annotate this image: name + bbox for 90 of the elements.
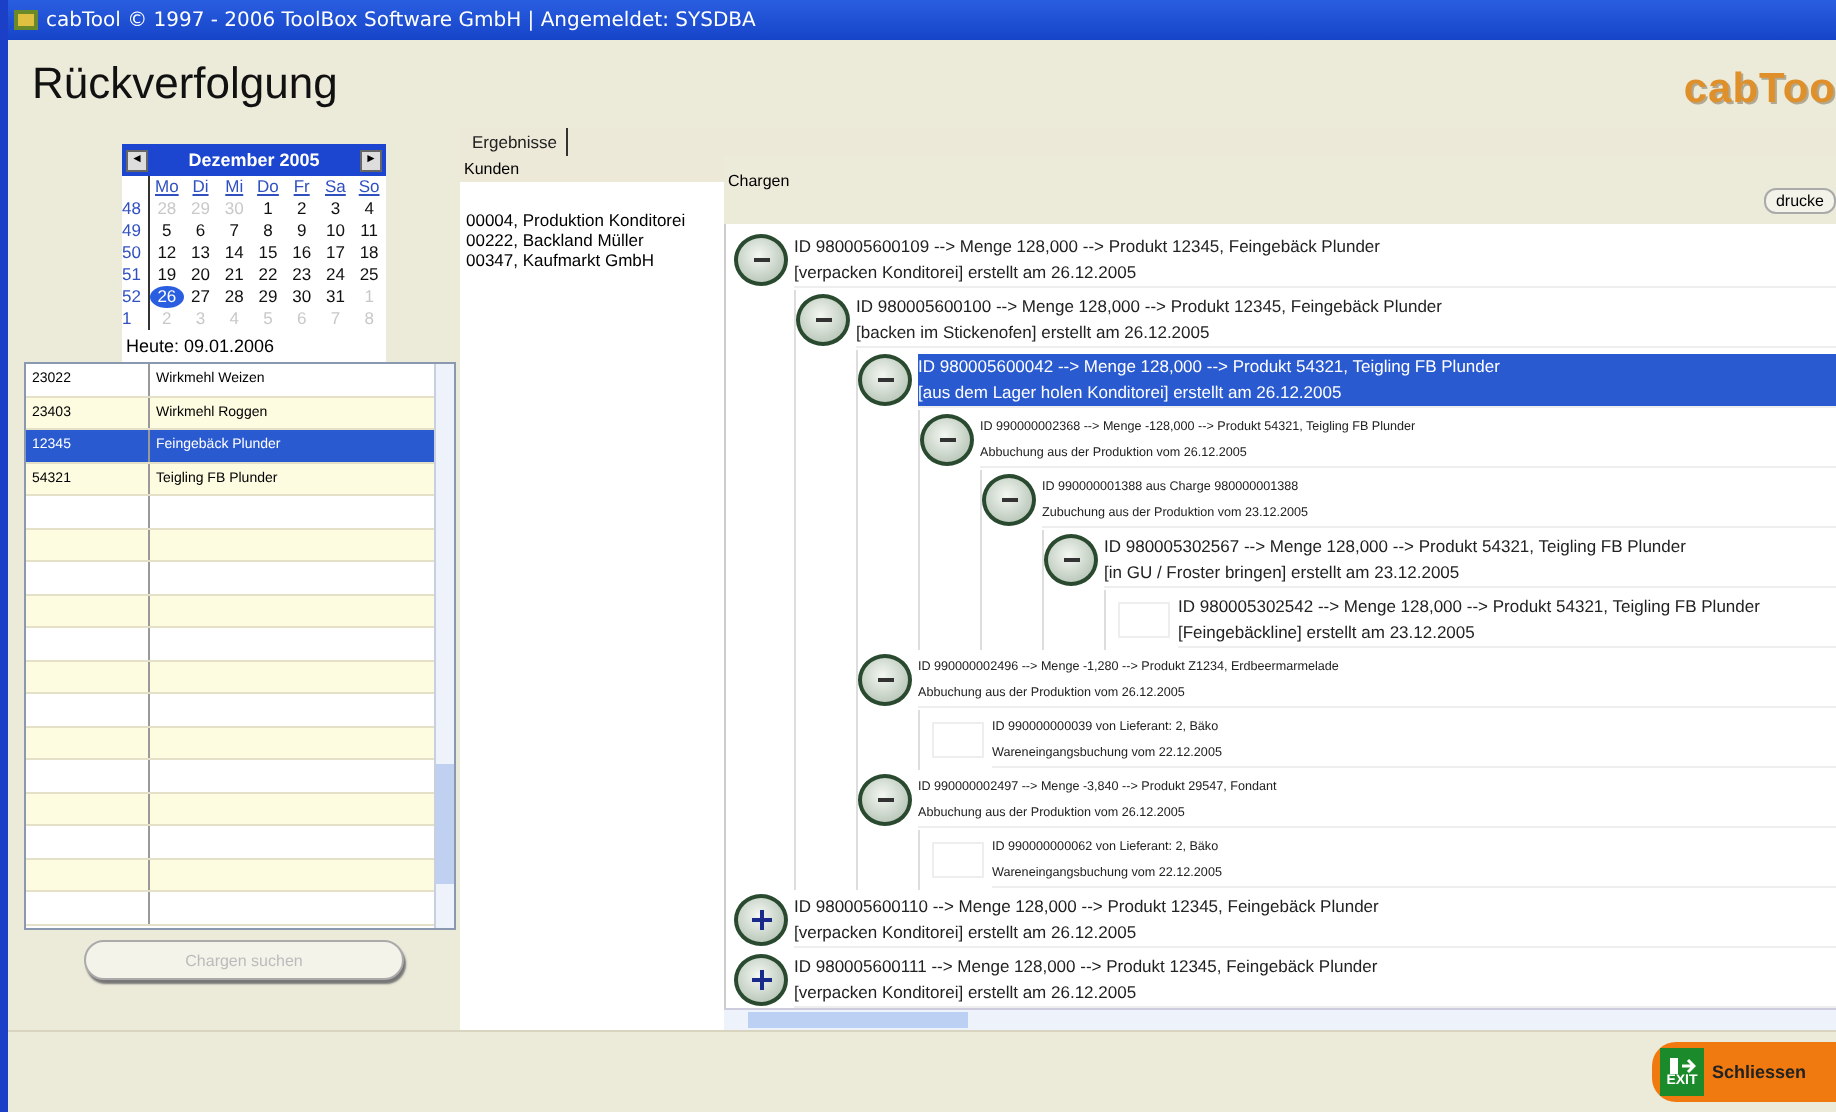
collapse-button[interactable] [1044,534,1098,586]
expand-button[interactable] [734,894,788,946]
calendar-day[interactable]: 27 [183,286,218,308]
today-label: Heute: 09.01.2006 [124,334,277,360]
node-detail: [verpacken Konditorei] erstellt am 26.12.2005 [794,979,1139,1005]
calendar-day[interactable]: 24 [318,264,353,286]
week-number: 50 [122,242,150,264]
calendar-day[interactable]: 15 [251,242,285,264]
node-detail: [verpacken Konditorei] erstellt am 26.12.2005 [794,259,1139,285]
calendar-day[interactable]: 25 [352,264,386,286]
collapse-button[interactable] [796,294,850,346]
plus-icon [751,970,771,990]
customer-entry[interactable]: 00347, Kaufmarkt GmbH [460,250,724,270]
node-title: ID 980005600109 --> Menge 128,000 --> Produkt 12345, Feingebäck Plunder [794,233,1382,259]
tree-node[interactable]: ID 980005600100 --> Menge 128,000 --> Produkt 12345, Feingebäck Plunder [backen im Stickenofen] erstellt am 26.12.2005 [856,293,1836,347]
calendar-day[interactable]: 29 [251,286,285,308]
calendar-day[interactable]: 9 [284,220,319,242]
calendar-day[interactable]: 28 [217,286,252,308]
collapse-button[interactable] [858,774,912,826]
collapse-button[interactable] [858,354,912,406]
collapse-button[interactable] [982,474,1036,526]
node-detail: [Feingebäckline] erstellt am 23.12.2005 [1178,619,1477,645]
calendar-day[interactable]: 23 [284,264,319,286]
node-title: ID 980005302542 --> Menge 128,000 --> Produkt 54321, Teigling FB Plunder [1178,593,1762,619]
window-title: cabTool © 1997 - 2006 ToolBox Software GmbH | Angemeldet: SYSDBA [46,9,756,31]
collapse-button[interactable] [858,654,912,706]
weekday-label: Mo [153,176,181,198]
scrollbar[interactable] [724,1008,1836,1030]
calendar-day[interactable]: 5 [150,220,184,242]
print-button[interactable]: drucke [1763,188,1836,214]
node-title: ID 980005302567 --> Menge 128,000 --> Produkt 54321, Teigling FB Plunder [1104,533,1688,559]
node-title: ID 980005600042 --> Menge 128,000 --> Produkt 54321, Teigling FB Plunder [918,353,1502,379]
scrollbar[interactable] [434,364,454,928]
customer-entry[interactable]: 00222, Backland Müller [460,230,724,250]
node-detail: [in GU / Froster bringen] erstellt am 23.12.2005 [1104,559,1462,585]
week-number: 48 [122,198,150,220]
logo: cabToo [1683,66,1836,114]
collapse-button[interactable] [920,414,974,466]
weekday-label: Fr [291,176,312,198]
column-heading: Kunden [462,158,522,182]
column-heading: Chargen [726,170,792,194]
weekday-label: Do [255,176,281,198]
weekday-label: Di [190,176,211,198]
calendar-day[interactable]: 6 [183,220,218,242]
expand-button[interactable] [734,954,788,1006]
calendar-day[interactable]: 13 [183,242,218,264]
page-title: Rückverfolgung [32,58,338,110]
node-detail: [verpacken Konditorei] erstellt am 26.12.2005 [794,919,1139,945]
weekday-label: Mi [223,176,246,198]
calendar-day[interactable]: 12 [150,242,184,264]
customer-entry[interactable]: 00004, Produktion Konditorei [460,210,724,230]
calendar-day[interactable]: 21 [217,264,252,286]
tree-node[interactable]: ID 980005302567 --> Menge 128,000 --> Produkt 54321, Teigling FB Plunder [in GU / Froster bringen] erstellt am 23.12.2005 [1104,533,1836,587]
app-icon [14,10,38,30]
calendar-day[interactable]: 4 [352,198,386,220]
week-number: 1 [122,308,150,330]
node-title: ID 980005600110 --> Menge 128,000 --> Produkt 12345, Feingebäck Plunder [794,893,1381,919]
node-detail: [backen im Stickenofen] erstellt am 26.12.2005 [856,319,1212,345]
calendar-day[interactable]: 31 [318,286,353,308]
month-label: Dezember 2005 [188,150,320,170]
calendar-day[interactable]: 1 [251,198,285,220]
weekday-label: Sa [323,176,348,198]
calendar-day[interactable]: 8 [251,220,285,242]
calendar-day[interactable]: 20 [183,264,218,286]
calendar-day[interactable]: 22 [251,264,285,286]
calendar-day[interactable]: 7 [217,220,252,242]
week-number: 49 [122,220,150,242]
calendar-day[interactable]: 3 [318,198,353,220]
calendar-day[interactable]: 19 [150,264,184,286]
weekday-label: So [356,176,382,198]
calendar-day[interactable]: 2 [284,198,319,220]
node-detail: [aus dem Lager holen Konditorei] erstellt am 26.12.2005 [918,379,1344,405]
collapse-button[interactable] [734,234,788,286]
results-tab[interactable]: Ergebnisse [464,128,568,156]
calendar-day[interactable]: 10 [318,220,353,242]
calendar-day[interactable]: 14 [217,242,252,264]
plus-icon [751,910,771,930]
calendar-day[interactable]: 11 [352,220,386,242]
calendar-day[interactable]: 30 [284,286,319,308]
calendar-day[interactable]: 18 [352,242,386,264]
tree-node[interactable]: ID 980005600110 --> Menge 128,000 --> Produkt 12345, Feingebäck Plunder [verpacken Konditorei] erstellt am 26.12.2005 [794,893,1836,947]
week-number: 51 [122,264,150,286]
calendar-day[interactable]: 26 [150,286,184,308]
tree-node[interactable]: ID 980005302542 --> Menge 128,000 --> Produkt 54321, Teigling FB Plunder [Feingebäckline] erstellt am 23.12.2005 [1178,593,1836,647]
tree-node[interactable]: ID 980005600042 --> Menge 128,000 --> Produkt 54321, Teigling FB Plunder [aus dem Lager holen Konditorei] erstellt am 26.12.2005 [918,353,1836,407]
tree-node[interactable]: ID 980005600109 --> Menge 128,000 --> Produkt 12345, Feingebäck Plunder [verpacken Konditorei] erstellt am 26.12.2005 [794,233,1836,287]
node-title: ID 980005600111 --> Menge 128,000 --> Produkt 12345, Feingebäck Plunder [794,953,1380,979]
node-title: ID 980005600100 --> Menge 128,000 --> Produkt 12345, Feingebäck Plunder [856,293,1444,319]
calendar-day[interactable]: 16 [284,242,319,264]
calendar-day[interactable]: 17 [318,242,353,264]
